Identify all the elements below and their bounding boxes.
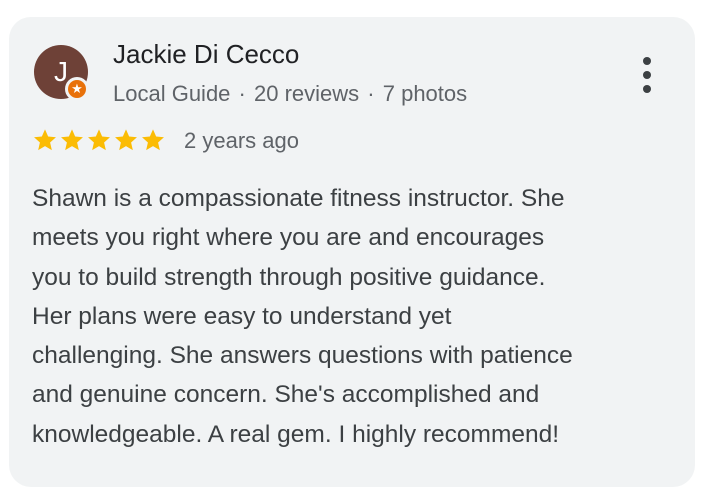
review-text-line: Shawn is a compassionate fitness instruc…	[32, 185, 565, 212]
review-text: Shawn is a compassionate fitness instruc…	[32, 179, 672, 454]
review-text-line: challenging. She answers questions with …	[32, 342, 573, 370]
review-time: 2 years ago	[184, 128, 299, 153]
local-guide-badge: ★	[65, 77, 89, 101]
more-options-button[interactable]	[635, 57, 659, 93]
star-icon	[115, 129, 137, 151]
star-icon	[61, 129, 83, 151]
review-text-line: Her plans were easy to understand yet	[32, 302, 452, 330]
star-icon	[142, 129, 164, 151]
photo-count: 7 photos	[382, 81, 468, 106]
review-text-line: meets you right where you are and encour…	[32, 224, 545, 252]
more-vert-icon-dot	[643, 57, 651, 65]
review-text-line: knowledgeable. A real gem. I highly reco…	[32, 420, 560, 448]
author-meta[interactable]: Local Guide · 20 reviews · 7 photos	[113, 81, 467, 107]
star-icon	[88, 129, 110, 151]
author-name[interactable]: Jackie Di Cecco	[113, 39, 299, 70]
review-text-line: and genuine concern. She's accomplished …	[32, 381, 540, 409]
local-guide-star-icon: ★	[68, 80, 86, 98]
more-vert-icon-dot	[643, 85, 651, 93]
meta-separator: ·	[367, 81, 375, 106]
review-count: 20 reviews	[254, 81, 360, 106]
meta-separator: ·	[238, 81, 246, 106]
star-icon	[34, 129, 56, 151]
more-vert-icon-dot	[643, 71, 651, 79]
star-rating	[32, 127, 167, 153]
review-text-line: you to build strength through positive g…	[32, 263, 546, 291]
review-card: J ★ Jackie Di Cecco Local Guide · 20 rev…	[9, 17, 695, 487]
local-guide-label: Local Guide	[113, 81, 231, 106]
